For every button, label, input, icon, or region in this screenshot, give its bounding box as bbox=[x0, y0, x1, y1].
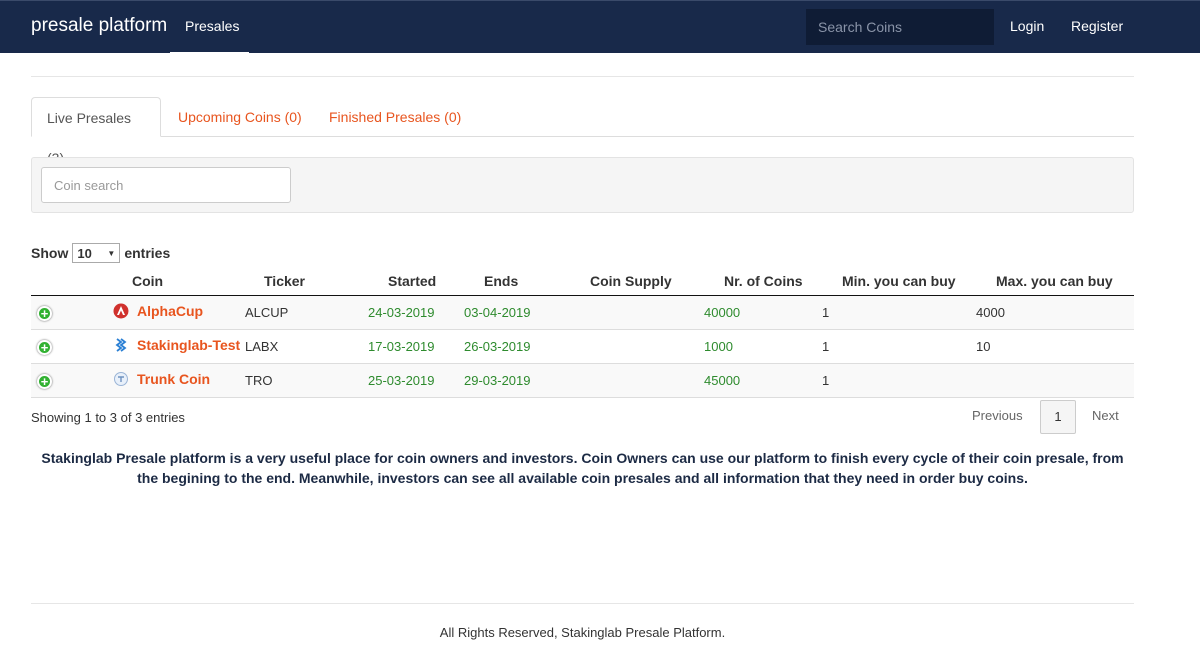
pagination-next[interactable]: Next bbox=[1092, 408, 1119, 423]
entries-select[interactable]: 10 ▼ bbox=[72, 243, 121, 263]
register-link[interactable]: Register bbox=[1071, 18, 1123, 34]
pagination-page-1[interactable]: 1 bbox=[1040, 400, 1076, 434]
col-header-max-buy[interactable]: Max. you can buy bbox=[996, 273, 1113, 289]
filter-panel bbox=[31, 157, 1134, 213]
tab-live-presales[interactable]: Live Presales (3) bbox=[31, 97, 161, 166]
started-cell: 24-03-2019 bbox=[368, 305, 435, 320]
table-row: + Trunk Coin TRO 25-03-2019 29-03-2019 4… bbox=[31, 364, 1134, 398]
nav-presales-label: Presales bbox=[185, 18, 240, 34]
trunk-coin-logo-icon bbox=[114, 372, 128, 386]
ends-cell: 26-03-2019 bbox=[464, 339, 531, 354]
started-cell: 25-03-2019 bbox=[368, 373, 435, 388]
coin-search-input[interactable] bbox=[41, 167, 291, 203]
table-row: + Stakinglab-Test LABX 17-03-2019 26-03-… bbox=[31, 330, 1134, 364]
min-buy-cell: 1 bbox=[822, 305, 830, 320]
tab-finished-presales[interactable]: Finished Presales (0) bbox=[314, 97, 476, 137]
coin-name-link[interactable]: Trunk Coin bbox=[137, 371, 210, 387]
footer-divider bbox=[31, 603, 1134, 604]
col-header-ticker[interactable]: Ticker bbox=[264, 273, 305, 289]
about-text: Stakinglab Presale platform is a very us… bbox=[41, 450, 1124, 486]
top-divider bbox=[31, 76, 1134, 77]
col-header-ends[interactable]: Ends bbox=[484, 273, 518, 289]
top-navbar: presale platform Presales Login Register bbox=[0, 0, 1200, 54]
brand-logo[interactable]: presale platform bbox=[31, 15, 167, 37]
col-header-coin[interactable]: Coin bbox=[132, 273, 163, 289]
expand-row-icon[interactable]: + bbox=[37, 374, 52, 389]
col-header-nr-of-coins[interactable]: Nr. of Coins bbox=[724, 273, 803, 289]
pagination-previous[interactable]: Previous bbox=[972, 408, 1023, 423]
nr-coins-cell: 45000 bbox=[704, 373, 741, 388]
ends-cell: 03-04-2019 bbox=[464, 305, 531, 320]
ends-cell: 29-03-2019 bbox=[464, 373, 531, 388]
ticker-cell: ALCUP bbox=[245, 305, 289, 320]
nr-coins-cell: 1000 bbox=[704, 339, 733, 354]
alphacup-logo-icon bbox=[113, 303, 129, 319]
ticker-cell: LABX bbox=[245, 339, 279, 354]
col-header-started[interactable]: Started bbox=[388, 273, 436, 289]
nr-coins-cell: 40000 bbox=[704, 305, 741, 320]
footer-text: All Rights Reserved, Stakinglab Presale … bbox=[439, 625, 726, 640]
max-buy-cell: 10 bbox=[976, 339, 991, 354]
table-info: Showing 1 to 3 of 3 entries bbox=[31, 410, 185, 425]
min-buy-cell: 1 bbox=[822, 339, 830, 354]
min-buy-cell: 1 bbox=[822, 373, 830, 388]
login-link[interactable]: Login bbox=[1010, 18, 1044, 34]
nav-presales-link[interactable]: Presales bbox=[170, 1, 249, 54]
table-row: + AlphaCup ALCUP 24-03-2019 03-04-2019 4… bbox=[31, 296, 1134, 330]
chevron-down-icon: ▼ bbox=[107, 248, 116, 258]
entries-label: entries bbox=[124, 245, 171, 261]
show-label: Show bbox=[31, 245, 69, 261]
entries-length-control: Show 10 ▼ entries bbox=[31, 243, 170, 263]
ticker-cell: TRO bbox=[245, 373, 273, 388]
expand-row-icon[interactable]: + bbox=[37, 306, 52, 321]
expand-row-icon[interactable]: + bbox=[37, 340, 52, 355]
col-header-min-buy[interactable]: Min. you can buy bbox=[842, 273, 956, 289]
coin-name-link[interactable]: AlphaCup bbox=[137, 303, 203, 319]
coin-name-link[interactable]: Stakinglab-Test bbox=[137, 337, 240, 353]
started-cell: 17-03-2019 bbox=[368, 339, 435, 354]
tab-upcoming-coins[interactable]: Upcoming Coins (0) bbox=[163, 97, 317, 137]
entries-select-value: 10 bbox=[77, 245, 92, 261]
max-buy-cell: 4000 bbox=[976, 305, 1005, 320]
stakinglab-logo-icon bbox=[115, 338, 127, 352]
search-coins-input[interactable] bbox=[806, 9, 994, 45]
col-header-coin-supply[interactable]: Coin Supply bbox=[590, 273, 672, 289]
